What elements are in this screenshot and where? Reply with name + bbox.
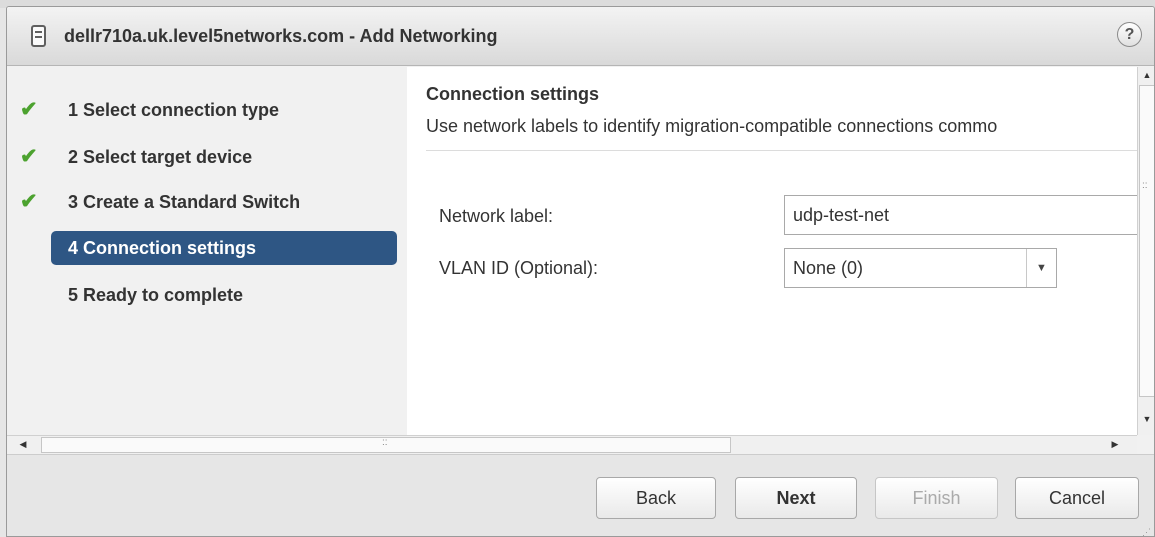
step-create-standard-switch[interactable]: 3 Create a Standard Switch: [51, 185, 397, 219]
vertical-scroll-thumb[interactable]: ::: [1139, 85, 1154, 397]
step-ready-to-complete[interactable]: 5 Ready to complete: [51, 278, 397, 312]
network-label-label: Network label:: [439, 206, 554, 226]
check-icon: ✔: [20, 98, 38, 121]
horizontal-scroll-thumb[interactable]: ::: [41, 437, 731, 453]
network-label-input[interactable]: udp-test-net: [784, 195, 1137, 235]
vlan-id-select[interactable]: None (0) ▼: [784, 248, 1057, 288]
wizard-footer: Back Next Finish Cancel ⋰: [7, 454, 1154, 537]
step-select-target-device[interactable]: 2 Select target device: [51, 140, 397, 174]
check-icon: ✔: [20, 190, 38, 213]
section-title: Connection settings: [426, 84, 600, 104]
chevron-down-icon[interactable]: ▼: [1026, 249, 1056, 287]
dialog-title: dellr710a.uk.level5networks.com - Add Ne…: [64, 26, 498, 46]
vertical-scrollbar[interactable]: ▲ :: ▼: [1137, 67, 1154, 435]
connection-settings-panel: Connection settings Use network labels t…: [407, 67, 1137, 435]
scroll-left-icon[interactable]: ◀: [15, 439, 31, 450]
scroll-up-icon[interactable]: ▲: [1139, 70, 1154, 80]
vlan-id-label: VLAN ID (Optional):: [439, 258, 599, 278]
section-description: Use network labels to identify migration…: [426, 116, 998, 136]
finish-button[interactable]: Finish: [875, 477, 998, 519]
section-divider: [426, 150, 1137, 151]
vlan-id-value: None (0): [793, 258, 864, 278]
check-icon: ✔: [20, 145, 38, 168]
help-icon[interactable]: ?: [1117, 22, 1142, 47]
add-networking-dialog: dellr710a.uk.level5networks.com - Add Ne…: [6, 6, 1155, 537]
server-icon: [31, 25, 46, 47]
step-connection-settings[interactable]: 4 Connection settings: [51, 231, 397, 265]
back-button[interactable]: Back: [596, 477, 716, 519]
wizard-steps-nav: ✔ 1 Select connection type ✔ 2 Select ta…: [7, 67, 407, 435]
horizontal-scrollbar[interactable]: ◀ :: ▶: [7, 435, 1137, 454]
grip-icon: ::: [1142, 180, 1148, 191]
next-button[interactable]: Next: [735, 477, 857, 519]
grip-icon: ::: [382, 437, 388, 448]
scroll-right-icon[interactable]: ▶: [1107, 439, 1123, 450]
scroll-down-icon[interactable]: ▼: [1139, 414, 1154, 424]
resize-grip-icon[interactable]: ⋰: [1142, 528, 1151, 537]
dialog-titlebar[interactable]: dellr710a.uk.level5networks.com - Add Ne…: [7, 7, 1154, 66]
step-select-connection-type[interactable]: 1 Select connection type: [51, 93, 397, 127]
cancel-button[interactable]: Cancel: [1015, 477, 1139, 519]
